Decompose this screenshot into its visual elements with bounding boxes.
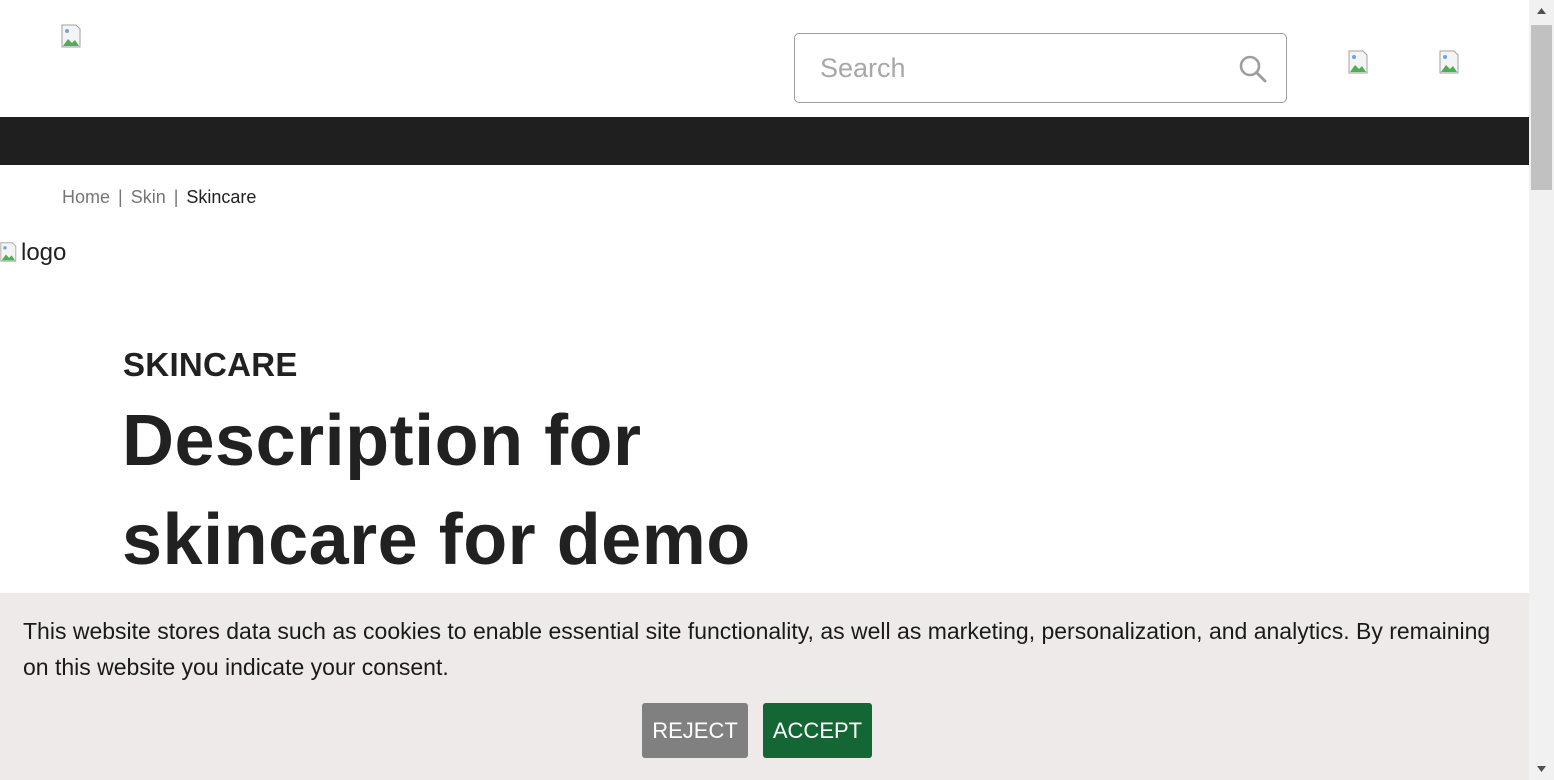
breadcrumb-current: Skincare	[186, 187, 257, 207]
breadcrumb-home-link[interactable]: Home	[62, 186, 110, 208]
category-eyebrow: SKINCARE	[123, 346, 298, 383]
broken-image-icon	[0, 242, 17, 262]
search-icon[interactable]	[1238, 54, 1268, 84]
accept-cookies-button[interactable]: ACCEPT	[763, 703, 872, 758]
search-input[interactable]	[796, 35, 1216, 101]
breadcrumb-separator: |	[118, 187, 123, 207]
reject-cookies-button[interactable]: REJECT	[642, 703, 748, 758]
cart-broken-image-icon[interactable]	[1439, 50, 1463, 74]
breadcrumb: Home | Skin | Skincare	[62, 186, 256, 208]
scroll-up-arrow-icon[interactable]	[1529, 2, 1554, 19]
cookie-consent-text: This website stores data such as cookies…	[23, 618, 1491, 680]
breadcrumb-skin-link[interactable]: Skin	[131, 186, 166, 208]
cookie-consent-banner: This website stores data such as cookies…	[0, 593, 1529, 780]
banner-logo: logo	[0, 238, 66, 268]
breadcrumb-separator: |	[173, 187, 179, 207]
site-header	[0, 0, 1529, 117]
site-logo-broken-image-icon[interactable]	[61, 24, 85, 48]
page-headline: Description for skincare for demo	[122, 401, 751, 580]
scrollbar-thumb[interactable]	[1531, 25, 1552, 190]
account-broken-image-icon[interactable]	[1348, 50, 1372, 74]
page-content: Home | Skin | Skincare logo SKINCARE Des…	[0, 0, 1529, 780]
page: Home | Skin | Skincare logo SKINCARE Des…	[0, 0, 1554, 780]
main-nav-bar	[0, 117, 1529, 165]
search-box	[794, 33, 1287, 103]
scroll-down-arrow-icon[interactable]	[1529, 760, 1554, 777]
vertical-scrollbar[interactable]	[1529, 0, 1554, 780]
banner-logo-alt-text: logo	[21, 239, 67, 266]
